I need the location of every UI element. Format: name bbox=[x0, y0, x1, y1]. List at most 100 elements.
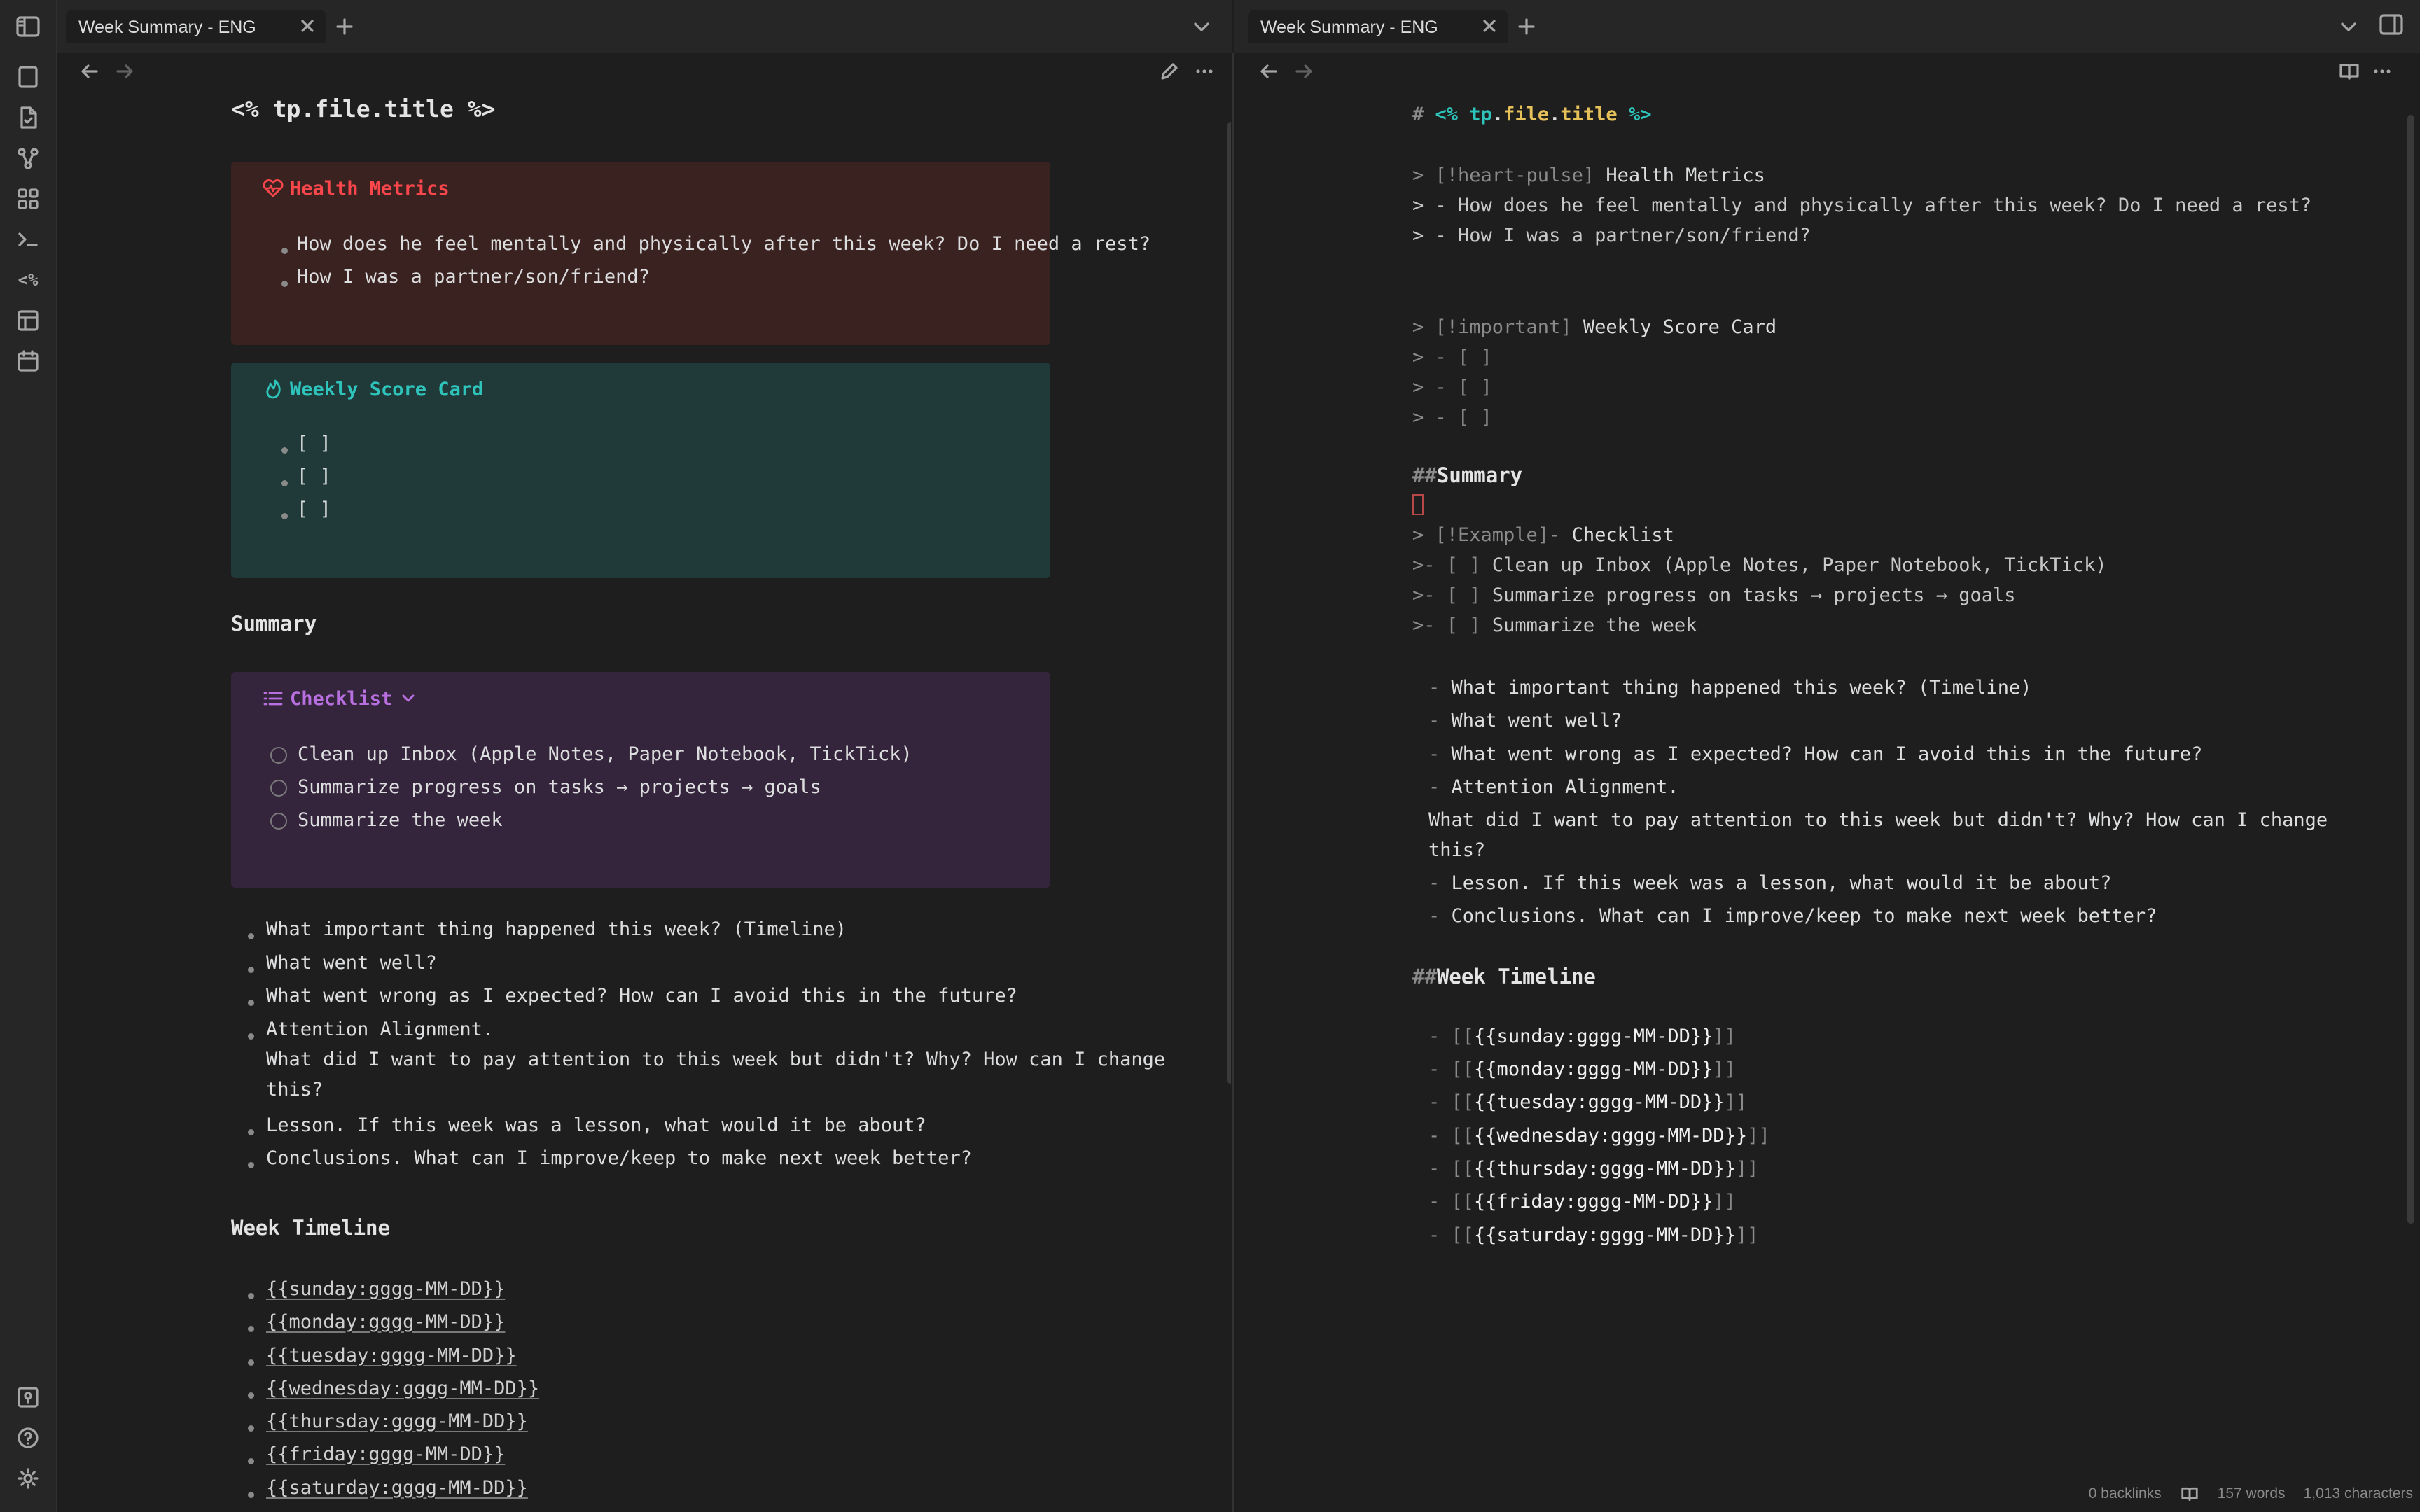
bullet bbox=[248, 1458, 254, 1464]
new-tab-icon[interactable] bbox=[335, 17, 354, 36]
templater-glyph: <% bbox=[18, 270, 39, 290]
timeline-link-sunday[interactable]: {{sunday:gggg-MM-DD}} bbox=[266, 1278, 505, 1300]
link-text[interactable]: {{wednesday:gggg-MM-DD}} bbox=[1474, 1125, 1747, 1147]
timeline-link-saturday[interactable]: {{saturday:gggg-MM-DD}} bbox=[266, 1477, 528, 1499]
backlinks-count[interactable]: 0 backlinks bbox=[2089, 1485, 2162, 1502]
tab-week-summary-right[interactable]: Week Summary - ENG bbox=[1248, 10, 1508, 43]
source-line[interactable]: > - [ ] bbox=[1412, 407, 1492, 428]
task-marker: >- [ ] bbox=[1412, 554, 1481, 576]
link-text[interactable]: {{monday:gggg-MM-DD}} bbox=[1474, 1058, 1713, 1080]
calendar-icon[interactable] bbox=[13, 346, 43, 377]
source-line[interactable]: - Attention Alignment. bbox=[1428, 776, 1679, 798]
timeline-link-wednesday[interactable]: {{wednesday:gggg-MM-DD}} bbox=[266, 1378, 539, 1399]
list-item: How I was a partner/son/friend? bbox=[297, 266, 650, 288]
back-arrow-icon[interactable] bbox=[1259, 62, 1279, 81]
forward-arrow-icon[interactable] bbox=[115, 62, 134, 81]
source-line[interactable]: > - [ ] bbox=[1412, 377, 1492, 398]
timeline-link-tuesday[interactable]: {{tuesday:gggg-MM-DD}} bbox=[266, 1345, 517, 1366]
templater-icon[interactable]: <% bbox=[13, 265, 43, 295]
source-line[interactable]: - Conclusions. What can I improve/keep t… bbox=[1428, 905, 2157, 927]
link-text[interactable]: {{saturday:gggg-MM-DD}} bbox=[1474, 1224, 1736, 1246]
back-arrow-icon[interactable] bbox=[80, 62, 99, 81]
source-editor-pane[interactable]: # <% tp.file.title %> > [!heart-pulse] H… bbox=[1234, 53, 2420, 1512]
source-link-line[interactable]: - [[{{friday:gggg-MM-DD}}]] bbox=[1428, 1191, 1736, 1212]
link-text[interactable]: {{friday:gggg-MM-DD}} bbox=[1474, 1191, 1713, 1212]
bullet bbox=[248, 1293, 254, 1299]
right-tab-bar: Week Summary - ENG bbox=[1234, 0, 2420, 53]
reading-view-pane[interactable]: <% tp.file.title %> Health Metrics How d… bbox=[57, 53, 1231, 1512]
source-heading-line[interactable]: ##Week Timeline bbox=[1412, 965, 1596, 988]
link-text[interactable]: {{tuesday:gggg-MM-DD}} bbox=[1474, 1091, 1725, 1113]
source-line[interactable]: > - How I was a partner/son/friend? bbox=[1412, 225, 1811, 246]
chevron-down-icon[interactable] bbox=[1192, 18, 1211, 35]
list-marker: - bbox=[1428, 1091, 1440, 1113]
list-marker: - bbox=[1428, 1125, 1440, 1147]
source-title-line[interactable]: # <% tp.file.title %> bbox=[1412, 104, 1651, 125]
reading-mode-icon[interactable] bbox=[2180, 1485, 2199, 1502]
heading-text: Week Timeline bbox=[1436, 965, 1596, 988]
source-line[interactable]: - What important thing happened this wee… bbox=[1428, 677, 2032, 699]
task-checkbox[interactable] bbox=[270, 747, 287, 764]
help-icon[interactable] bbox=[13, 1422, 43, 1453]
source-line[interactable]: > [!heart-pulse] Health Metrics bbox=[1412, 164, 1765, 186]
reading-view-icon[interactable] bbox=[2339, 62, 2360, 81]
task-item: Summarize progress on tasks → projects →… bbox=[298, 776, 821, 798]
source-line[interactable]: - What went well? bbox=[1428, 710, 1622, 732]
files-icon[interactable] bbox=[13, 102, 43, 133]
source-line[interactable]: - What went wrong as I expected? How can… bbox=[1428, 743, 2202, 765]
list-marker: - bbox=[1428, 872, 1440, 894]
callout-title-toggle[interactable]: Checklist bbox=[262, 687, 417, 710]
template-dot: . bbox=[1491, 104, 1504, 125]
source-line[interactable]: >- [ ] Summarize progress on tasks → pro… bbox=[1412, 584, 2016, 606]
right-sidebar-toggle-icon[interactable] bbox=[2379, 14, 2403, 35]
edit-pencil-icon[interactable] bbox=[1160, 62, 1179, 81]
chevron-down-icon[interactable] bbox=[2339, 18, 2358, 35]
vault-icon[interactable] bbox=[13, 1382, 43, 1413]
forward-arrow-icon[interactable] bbox=[1294, 62, 1314, 81]
source-link-line[interactable]: - [[{{thursday:gggg-MM-DD}}]] bbox=[1428, 1158, 1758, 1180]
source-line[interactable]: What did I want to pay attention to this… bbox=[1428, 809, 2328, 831]
link-text[interactable]: {{sunday:gggg-MM-DD}} bbox=[1474, 1026, 1713, 1047]
source-line[interactable]: > - [ ] bbox=[1412, 346, 1492, 368]
settings-icon[interactable] bbox=[13, 1463, 43, 1494]
source-line[interactable]: this? bbox=[1428, 839, 1485, 861]
source-link-line[interactable]: - [[{{wednesday:gggg-MM-DD}}]] bbox=[1428, 1125, 1770, 1147]
health-metrics-callout: Health Metrics How does he feel mentally… bbox=[231, 162, 1150, 345]
tab-week-summary-left[interactable]: Week Summary - ENG bbox=[66, 10, 326, 43]
source-line[interactable]: > [!Example]- Checklist bbox=[1412, 524, 1674, 546]
list-marker: - bbox=[1428, 1191, 1440, 1212]
timeline-link-monday[interactable]: {{monday:gggg-MM-DD}} bbox=[266, 1311, 505, 1333]
more-options-icon[interactable] bbox=[2372, 62, 2392, 81]
callout-title-text: Weekly Score Card bbox=[1583, 316, 1777, 338]
source-link-line[interactable]: - [[{{tuesday:gggg-MM-DD}}]] bbox=[1428, 1091, 1747, 1113]
list-item: What went wrong as I expected? How can I… bbox=[266, 985, 1017, 1007]
canvas-grid-icon[interactable] bbox=[13, 183, 43, 214]
sidebar-toggle-icon[interactable] bbox=[13, 11, 43, 42]
source-link-line[interactable]: - [[{{saturday:gggg-MM-DD}}]] bbox=[1428, 1224, 1758, 1246]
template-close: %> bbox=[1628, 104, 1652, 125]
layout-icon[interactable] bbox=[13, 305, 43, 336]
source-line[interactable]: - Lesson. If this week was a lesson, wha… bbox=[1428, 872, 2111, 894]
timeline-link-thursday[interactable]: {{thursday:gggg-MM-DD}} bbox=[266, 1410, 528, 1432]
source-heading-line[interactable]: ##Summary bbox=[1412, 463, 1522, 487]
scrollbar[interactable] bbox=[2407, 115, 2414, 1224]
graph-icon[interactable] bbox=[13, 143, 43, 174]
file-icon[interactable] bbox=[13, 62, 43, 92]
list-item: How does he feel mentally and physically… bbox=[297, 233, 1151, 255]
scrollbar[interactable] bbox=[1227, 122, 1231, 1084]
source-line[interactable]: > [!important] Weekly Score Card bbox=[1412, 316, 1776, 338]
source-line[interactable]: >- [ ] Clean up Inbox (Apple Notes, Pape… bbox=[1412, 554, 2107, 576]
source-link-line[interactable]: - [[{{sunday:gggg-MM-DD}}]] bbox=[1428, 1026, 1736, 1047]
source-line[interactable]: > - How does he feel mentally and physic… bbox=[1412, 195, 2311, 216]
terminal-icon[interactable] bbox=[13, 224, 43, 255]
source-link-line[interactable]: - [[{{monday:gggg-MM-DD}}]] bbox=[1428, 1058, 1736, 1080]
timeline-link-friday[interactable]: {{friday:gggg-MM-DD}} bbox=[266, 1443, 505, 1465]
link-text[interactable]: {{thursday:gggg-MM-DD}} bbox=[1474, 1158, 1736, 1180]
new-tab-icon[interactable] bbox=[1517, 17, 1536, 36]
task-checkbox[interactable] bbox=[270, 813, 287, 830]
source-line[interactable]: >- [ ] Summarize the week bbox=[1412, 615, 1697, 636]
close-icon[interactable] bbox=[1480, 17, 1498, 35]
task-checkbox[interactable] bbox=[270, 780, 287, 797]
more-options-icon[interactable] bbox=[1195, 62, 1214, 81]
close-icon[interactable] bbox=[298, 17, 317, 35]
